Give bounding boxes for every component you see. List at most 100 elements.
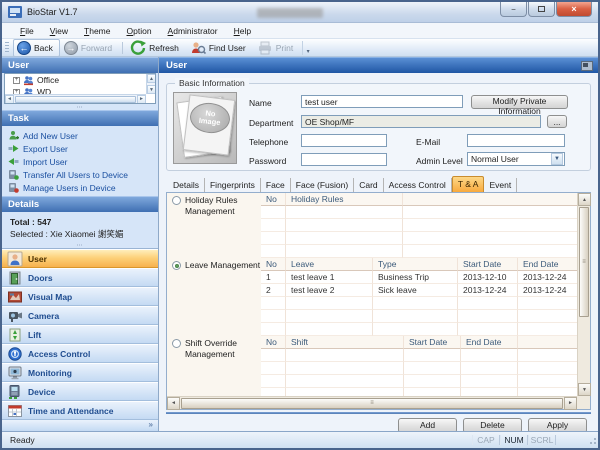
department-browse-button[interactable]: ... [547, 115, 567, 128]
tree-vertical-scrollbar[interactable]: ▲ ▼ [146, 74, 155, 94]
forward-button[interactable]: → Forward [60, 39, 119, 57]
sidebar-item-lift[interactable]: Lift [2, 325, 158, 344]
tab-card[interactable]: Card [354, 178, 383, 192]
scrollbar-thumb[interactable]: ≡ [579, 207, 589, 317]
table-cell [286, 297, 373, 310]
divider [166, 412, 591, 414]
table-cell [373, 323, 458, 336]
table-cell [403, 245, 577, 258]
sidebar-item-camera[interactable]: Camera [2, 306, 158, 325]
maximize-button[interactable] [528, 2, 555, 17]
password-field[interactable] [301, 153, 387, 166]
table-row[interactable]: 2test leave 2Sick leave2013-12-242013-12… [261, 284, 577, 297]
name-field[interactable] [301, 95, 463, 108]
task-add-new-user[interactable]: Add New User [8, 129, 158, 142]
modify-private-information-button[interactable]: Modify Private Information [471, 95, 568, 109]
scrollbar-corner [577, 396, 590, 409]
user-icon [7, 251, 23, 267]
scroll-down-icon[interactable]: ▼ [578, 383, 591, 396]
menu-theme[interactable]: Theme [76, 24, 118, 38]
toolbar-overflow-button[interactable]: ▾ [302, 41, 313, 55]
tab-event[interactable]: Event [484, 178, 517, 192]
department-field[interactable] [301, 115, 541, 128]
find-user-button[interactable]: Find User [186, 38, 253, 58]
holiday-rules-label: Holiday Rules Management [185, 195, 261, 217]
task-import-user[interactable]: Import User [8, 155, 158, 168]
scroll-right-icon[interactable]: ► [137, 95, 146, 104]
resize-grip[interactable] [588, 438, 596, 446]
scrollbar-thumb[interactable]: ≡ [181, 398, 563, 409]
sidebar-item-access-control[interactable]: Access Control [2, 344, 158, 363]
back-button[interactable]: ← Back [13, 39, 60, 57]
tab-face[interactable]: Face [261, 178, 291, 192]
expand-icon[interactable]: + [13, 77, 20, 84]
menu-view[interactable]: View [42, 24, 76, 38]
column-header [403, 193, 577, 206]
tree-horizontal-scrollbar[interactable]: ◄ ► [5, 94, 146, 103]
sidebar-item-visual-map[interactable]: Visual Map [2, 287, 158, 306]
sidebar-item-monitoring[interactable]: Monitoring [2, 363, 158, 382]
tab-t-and-a[interactable]: T & A [452, 176, 485, 192]
tab-horizontal-scrollbar[interactable]: ◄ ≡ ► [167, 396, 577, 409]
minimize-icon: − [511, 5, 516, 14]
panel-window-icon[interactable] [581, 61, 593, 71]
tab-face-fusion[interactable]: Face (Fusion) [291, 178, 354, 192]
chevron-down-icon: ▾ [307, 48, 310, 55]
camera-icon [7, 308, 23, 324]
table-cell [461, 362, 518, 375]
scroll-up-icon[interactable]: ▲ [578, 193, 591, 206]
leave-management-radio[interactable] [172, 261, 181, 270]
scroll-left-icon[interactable]: ◄ [167, 397, 180, 410]
close-button[interactable]: × [556, 2, 592, 17]
holiday-rules-radio[interactable] [172, 196, 181, 205]
page-title: User [166, 58, 187, 73]
scroll-right-icon[interactable]: ► [564, 397, 577, 410]
shift-override-radio[interactable] [172, 339, 181, 348]
table-cell: 2013-12-24 [518, 284, 577, 297]
scroll-down-icon[interactable]: ▼ [147, 85, 156, 94]
nav-overflow-strip[interactable]: » [2, 420, 158, 431]
shift-override-table: NoShiftStart DateEnd Date [261, 336, 577, 396]
task-manage-users[interactable]: Manage Users in Device [8, 181, 158, 194]
menu-administrator[interactable]: Administrator [160, 24, 226, 38]
toolbar-grip[interactable] [5, 42, 9, 54]
menu-help[interactable]: Help [226, 24, 259, 38]
transfer-device-icon [8, 169, 19, 180]
table-cell: 1 [261, 271, 286, 284]
tab-fingerprints[interactable]: Fingerprints [205, 178, 261, 192]
menu-option[interactable]: Option [118, 24, 159, 38]
column-header: Leave [286, 258, 373, 271]
telephone-label: Telephone [249, 137, 288, 147]
table-cell [261, 206, 286, 219]
print-button[interactable]: Print [253, 38, 300, 58]
scroll-up-icon[interactable]: ▲ [147, 74, 156, 83]
details-panel: Total : 547 Selected : Xie Xiaomei 謝笑媚 [2, 212, 158, 242]
telephone-field[interactable] [301, 134, 387, 147]
tab-details[interactable]: Details [168, 178, 205, 192]
leave-management-label: Leave Management [185, 260, 260, 271]
minimize-button[interactable]: − [500, 2, 527, 17]
scroll-left-icon[interactable]: ◄ [5, 95, 14, 104]
sidebar-item-time-attendance[interactable]: Time and Attendance [2, 401, 158, 420]
access-control-icon [7, 346, 23, 362]
menu-file[interactable]: File [12, 24, 42, 38]
table-cell [403, 232, 577, 245]
table-row[interactable]: 1test leave 1Business Trip2013-12-102013… [261, 271, 577, 284]
task-export-user[interactable]: Export User [8, 142, 158, 155]
tab-vertical-scrollbar[interactable]: ▲ ≡ ▼ [577, 193, 590, 396]
admin-level-select[interactable]: Normal User ▼ [467, 152, 565, 166]
tree-item-office[interactable]: + Office [5, 74, 155, 86]
sidebar-item-doors[interactable]: Doors [2, 268, 158, 287]
email-field[interactable] [467, 134, 565, 147]
column-header: End Date [518, 258, 577, 271]
table-row [261, 362, 577, 375]
total-count: Total : 547 [10, 216, 158, 228]
sidebar-item-device[interactable]: Device [2, 382, 158, 401]
table-cell [403, 206, 577, 219]
device-icon [7, 384, 23, 400]
sidebar-item-user[interactable]: User [2, 249, 158, 268]
refresh-button[interactable]: Refresh [126, 38, 186, 58]
tab-access-control[interactable]: Access Control [384, 178, 452, 192]
scrollbar-thumb[interactable] [15, 96, 136, 103]
task-transfer-users[interactable]: Transfer All Users to Device [8, 168, 158, 181]
